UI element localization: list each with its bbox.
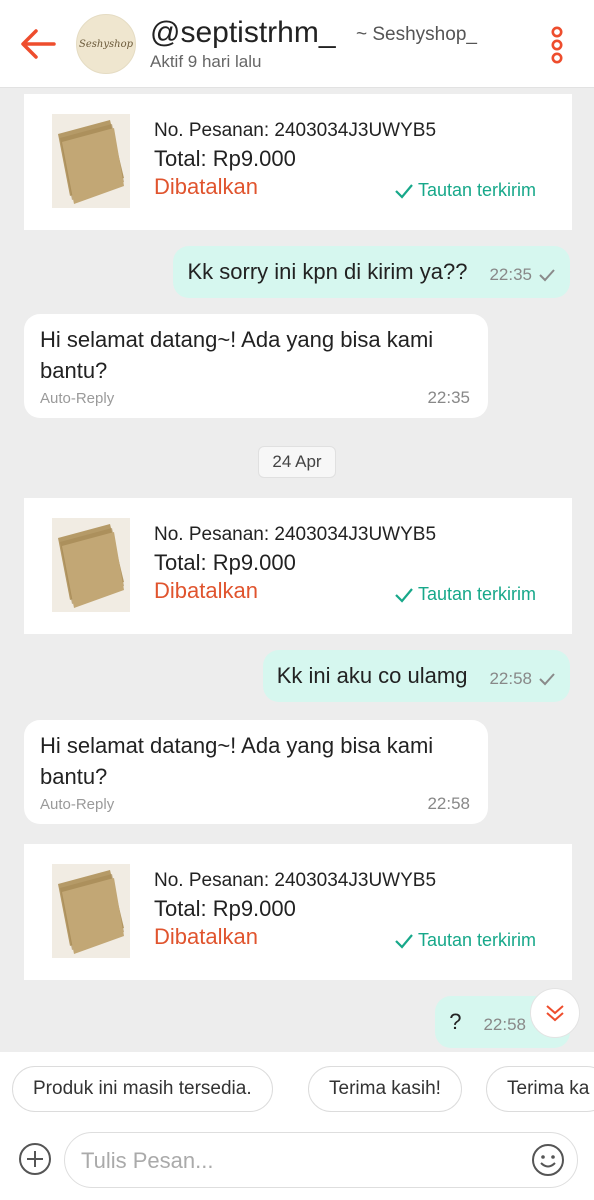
message-text: Hi selamat datang~! Ada yang bisa kami b… xyxy=(40,327,434,383)
quick-reply-chip[interactable]: Terima kasih! xyxy=(308,1066,462,1112)
link-sent-text: Tautan terkirim xyxy=(418,930,537,950)
order-card[interactable]: No. Pesanan: 2403034J3UWYB5 Total: Rp9.0… xyxy=(24,844,572,980)
order-card[interactable]: No. Pesanan: 2403034J3UWYB5 Total: Rp9.0… xyxy=(24,94,572,230)
message-time: 22:58 xyxy=(483,1015,526,1034)
scroll-to-bottom-button[interactable] xyxy=(530,988,580,1038)
order-total: Total: Rp9.000 xyxy=(154,896,296,921)
online-status: Aktif 9 hari lalu xyxy=(150,52,262,71)
message-time: 22:35 xyxy=(489,265,532,284)
incoming-message[interactable]: Hi selamat datang~! Ada yang bisa kami b… xyxy=(24,720,488,824)
message-time: 22:58 xyxy=(489,669,532,688)
link-sent-label: Tautan terkirim xyxy=(394,930,536,951)
chat-header: Seshyshop @septistrhm_ ~ Seshyshop_ Akti… xyxy=(0,0,594,88)
sent-check-icon xyxy=(539,269,555,282)
sent-check-icon xyxy=(539,673,555,686)
message-text: ? xyxy=(449,1009,462,1034)
message-input[interactable] xyxy=(81,1143,511,1179)
message-input-bar xyxy=(0,1128,594,1200)
auto-reply-label: Auto-Reply xyxy=(40,390,115,407)
link-sent-text: Tautan terkirim xyxy=(418,584,537,604)
order-card[interactable]: No. Pesanan: 2403034J3UWYB5 Total: Rp9.0… xyxy=(24,498,572,634)
plus-circle-icon[interactable] xyxy=(18,1142,52,1176)
order-number: No. Pesanan: 2403034J3UWYB5 xyxy=(154,870,437,891)
product-thumbnail xyxy=(52,518,130,612)
order-status: Dibatalkan xyxy=(154,924,258,949)
auto-reply-label: Auto-Reply xyxy=(40,796,115,813)
chat-username[interactable]: @septistrhm_ xyxy=(150,16,336,50)
product-thumbnail xyxy=(52,864,130,958)
shop-name: ~ Seshyshop_ xyxy=(356,24,477,45)
check-icon xyxy=(395,183,413,199)
order-status: Dibatalkan xyxy=(154,174,258,199)
check-icon xyxy=(395,587,413,603)
check-icon xyxy=(395,933,413,949)
more-vertical-icon[interactable] xyxy=(546,26,568,64)
message-text: Kk ini aku co ulamg xyxy=(276,663,468,688)
order-total: Total: Rp9.000 xyxy=(154,550,296,575)
message-time: 22:58 xyxy=(427,794,470,813)
quick-reply-chip[interactable]: Terima ka xyxy=(486,1066,594,1112)
arrow-left-icon[interactable] xyxy=(18,22,58,66)
avatar-logo-text: Seshyshop xyxy=(79,38,133,50)
message-field[interactable] xyxy=(64,1132,578,1188)
double-chevron-down-icon xyxy=(546,1005,564,1022)
order-number: No. Pesanan: 2403034J3UWYB5 xyxy=(154,120,437,141)
link-sent-text: Tautan terkirim xyxy=(418,180,537,200)
outgoing-message[interactable]: Kk sorry ini kpn di kirim ya?? 22:35 xyxy=(173,246,570,298)
message-text: Kk sorry ini kpn di kirim ya?? xyxy=(187,259,468,284)
date-divider: 24 Apr xyxy=(258,446,336,478)
order-number: No. Pesanan: 2403034J3UWYB5 xyxy=(154,524,437,545)
incoming-message[interactable]: Hi selamat datang~! Ada yang bisa kami b… xyxy=(24,314,488,418)
outgoing-message[interactable]: Kk ini aku co ulamg 22:58 xyxy=(262,650,570,702)
order-status: Dibatalkan xyxy=(154,578,258,603)
emoji-icon[interactable] xyxy=(531,1143,565,1177)
message-text: Hi selamat datang~! Ada yang bisa kami b… xyxy=(40,733,434,789)
order-total: Total: Rp9.000 xyxy=(154,146,296,171)
link-sent-label: Tautan terkirim xyxy=(394,584,536,605)
message-time: 22:35 xyxy=(427,388,470,407)
quick-reply-bar: Produk ini masih tersedia. Terima kasih!… xyxy=(0,1052,594,1128)
link-sent-label: Tautan terkirim xyxy=(394,180,536,201)
quick-reply-chip[interactable]: Produk ini masih tersedia. xyxy=(12,1066,273,1112)
product-thumbnail xyxy=(52,114,130,208)
avatar[interactable]: Seshyshop xyxy=(76,14,136,74)
